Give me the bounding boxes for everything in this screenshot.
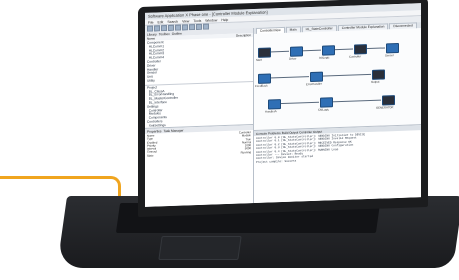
project-tree: Project BL_ClassA BL_ErrorHandling BL_Ma…: [145, 80, 253, 130]
menu-search[interactable]: Search: [167, 19, 178, 23]
bottom-panel: Console Problems Build Output Controller…: [254, 124, 421, 204]
node-label: ErrorHandler: [306, 81, 323, 87]
tab-toolbox[interactable]: Toolbox: [159, 31, 170, 35]
component-tree: Component HLComm1 HLComm2 HLComm3 HLComm…: [145, 37, 253, 85]
node-label: Output: [371, 79, 380, 84]
diagram-node[interactable]: [310, 71, 323, 83]
node-label: GENERATOR: [376, 105, 394, 110]
menu-window[interactable]: Window: [205, 18, 217, 22]
diagram-node[interactable]: [322, 45, 335, 56]
editor-area: ControllerView Main HL_StateController C…: [254, 22, 421, 204]
property-value: Running: [240, 149, 251, 155]
node-label: FeedBack: [255, 83, 268, 88]
menu-view[interactable]: View: [182, 19, 189, 23]
node-label: CMLogic: [318, 107, 330, 112]
node-label: Driver: [289, 56, 297, 61]
node-label: Sensor: [385, 53, 394, 58]
tab-properties[interactable]: Properties: [147, 129, 162, 134]
connector: [365, 47, 385, 50]
diagram-node[interactable]: [386, 42, 399, 54]
diagram-node[interactable]: [320, 97, 333, 108]
tab-task-manager[interactable]: Task Manager: [164, 128, 184, 133]
diagram-node[interactable]: [354, 44, 367, 55]
diagram-node[interactable]: [268, 99, 281, 110]
node-label: Controller: [349, 54, 362, 59]
node-label: Start: [256, 57, 262, 62]
laptop-trackpad: [158, 236, 242, 260]
menu-help[interactable]: Help: [221, 17, 228, 21]
node-label: HandlerA: [265, 109, 277, 114]
tab-problems[interactable]: Problems: [268, 131, 281, 135]
tab-build-output[interactable]: Build Output: [282, 130, 299, 135]
tab-outline[interactable]: Outline: [172, 31, 182, 35]
connector: [269, 50, 289, 53]
tab-console[interactable]: Console: [256, 131, 267, 135]
tab-controller-output[interactable]: Controller Output: [299, 129, 322, 134]
node-label: InitLogic: [319, 55, 330, 60]
connector: [331, 99, 381, 103]
connector: [333, 48, 353, 51]
diagram-node[interactable]: [290, 46, 303, 57]
console-output: Controller 0.0 [HL_StateController]: SEN…: [254, 130, 421, 165]
menu-tools[interactable]: Tools: [193, 18, 201, 22]
diagram-canvas[interactable]: Start Driver InitLogic Controller Sensor…: [254, 28, 421, 131]
diagram-node[interactable]: [372, 69, 385, 80]
diagram-node[interactable]: [258, 73, 271, 84]
connector: [269, 76, 309, 79]
connector: [321, 73, 371, 77]
property-key: State: [147, 153, 154, 158]
diagram-node[interactable]: [382, 95, 395, 106]
properties-table: Name Controller Type Module Enabled True Pr…: [145, 130, 253, 159]
menu-file[interactable]: File: [148, 20, 153, 24]
menu-edit[interactable]: Edit: [157, 20, 163, 24]
tree-header-desc: Description: [235, 33, 251, 38]
connector: [279, 101, 319, 105]
connector: [301, 49, 321, 52]
app-screen: Software Application X Phase one - [Cont…: [145, 3, 421, 207]
properties-panel: Properties Task Manager Name Controller T…: [145, 124, 253, 207]
diagram-node[interactable]: [258, 47, 271, 58]
